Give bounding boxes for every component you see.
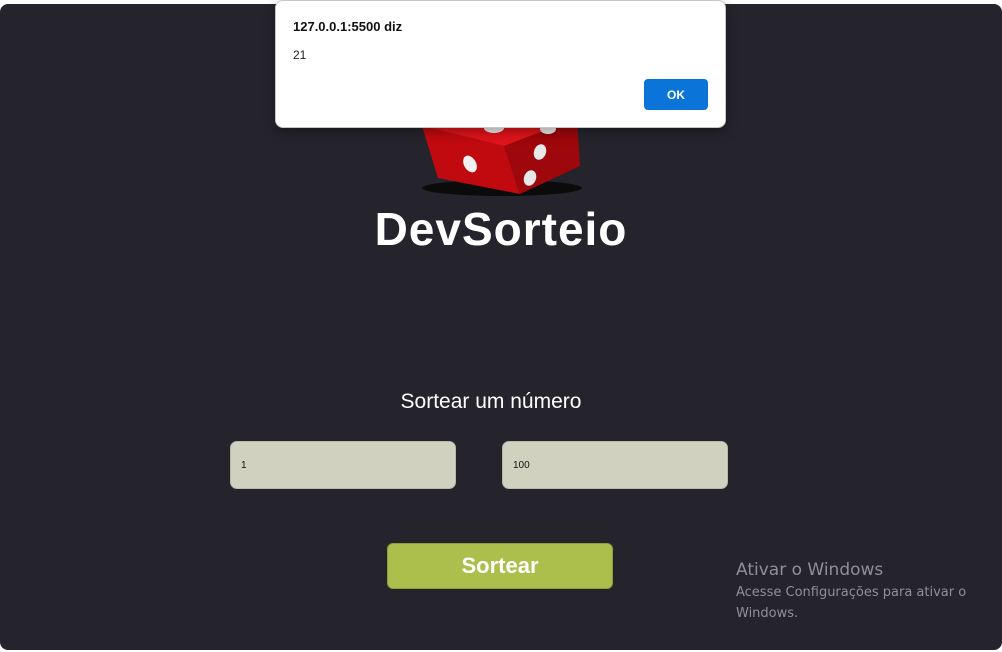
min-number-input[interactable] (230, 441, 456, 489)
watermark-title: Ativar o Windows (736, 560, 884, 580)
watermark-text: Acesse Configurações para ativar o Windo… (736, 585, 967, 621)
max-number-input[interactable] (502, 441, 728, 489)
ok-button[interactable]: OK (644, 79, 708, 110)
windows-activation-watermark: Ativar o Windows Acesse Configurações pa… (736, 560, 976, 624)
dialog-message: 21 (293, 48, 307, 62)
dialog-title: 127.0.0.1:5500 diz (293, 19, 403, 34)
draw-button[interactable]: Sortear (387, 543, 613, 589)
brand-title: DevSorteio (374, 203, 628, 255)
page-subtitle: Sortear um número (400, 390, 582, 413)
alert-dialog: 127.0.0.1:5500 diz 21 OK (275, 0, 726, 128)
